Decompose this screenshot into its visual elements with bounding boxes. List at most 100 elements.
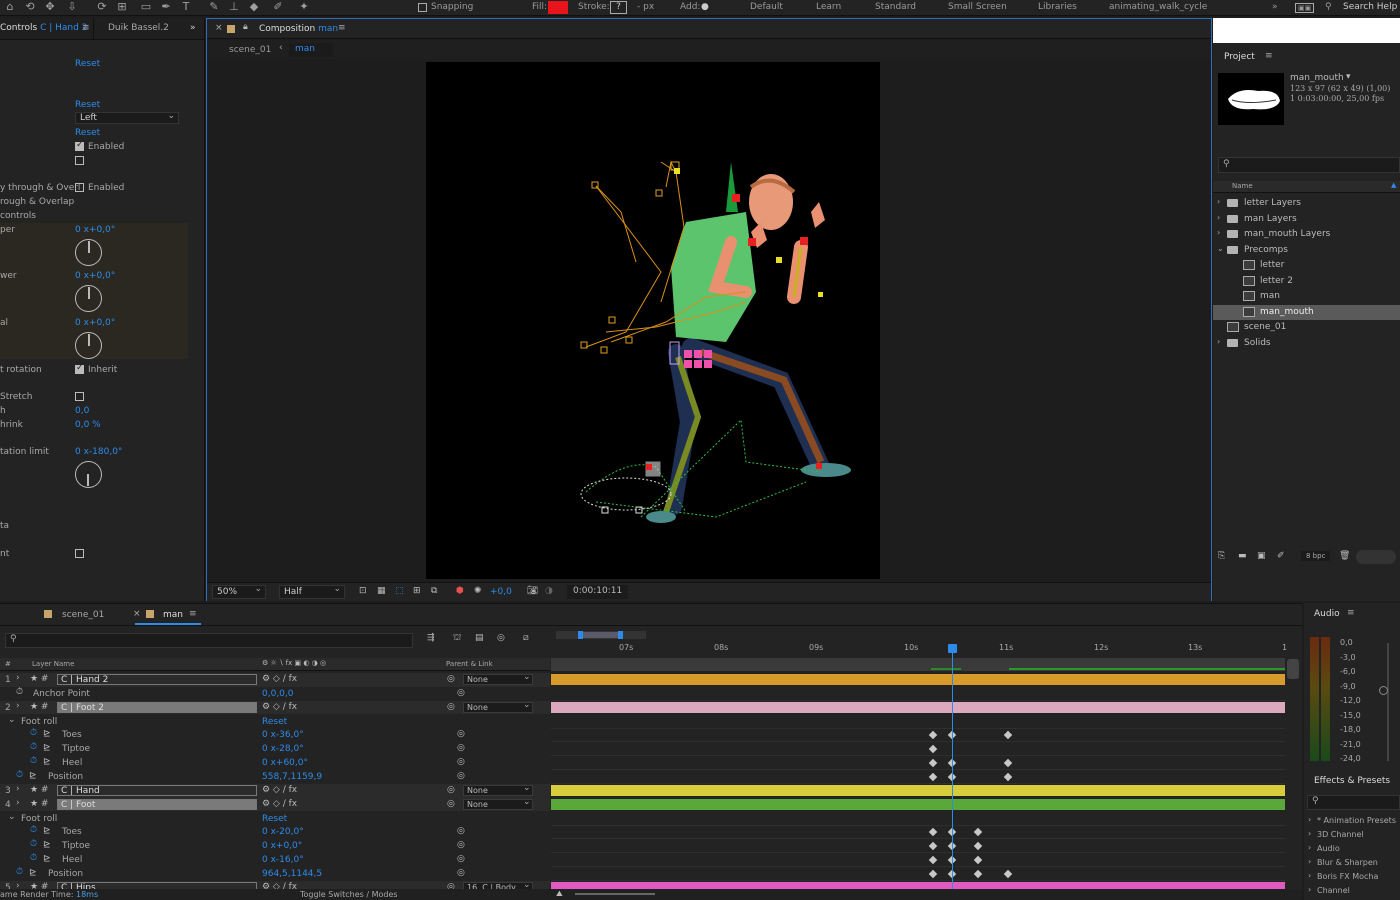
stretch-checkbox[interactable] xyxy=(75,392,84,401)
layer-row[interactable]: 1 › ★ # C | Hand 2 ⚙ ◇ ∕ fx ◎ None ⌄ xyxy=(0,672,550,687)
effects-item[interactable]: › Boris FX Mocha xyxy=(1308,871,1400,884)
angle-3-dial[interactable] xyxy=(75,332,102,359)
chevron-right-icon[interactable]: ⌄ xyxy=(1217,244,1224,253)
audio-slider-handle[interactable] xyxy=(1379,686,1388,695)
chevron-right-icon[interactable]: › xyxy=(1217,213,1220,222)
project-item-letter-layers[interactable]: › letter Layers xyxy=(1213,196,1400,211)
keyframe[interactable] xyxy=(973,869,983,879)
layer-switches[interactable]: ⚙ ◇ ∕ fx xyxy=(262,674,297,684)
workspace-layout-icon[interactable]: ▣▣ xyxy=(1295,3,1315,13)
mask-visibility-icon[interactable]: ⬚ xyxy=(395,586,404,596)
col-layer-name[interactable]: Layer Name xyxy=(32,660,74,668)
property-row[interactable]: ⏱ ⊵ Position 558,7,1159,9 ◎ xyxy=(0,770,550,784)
property-row[interactable]: ⏱ Anchor Point 0,0,0,0 ◎ xyxy=(0,687,550,701)
project-item-man[interactable]: man xyxy=(1213,289,1400,304)
pickwhip-icon[interactable]: ◎ xyxy=(447,799,455,809)
bit-depth-button[interactable]: 8 bpc xyxy=(1301,551,1331,561)
pickwhip-icon[interactable]: ◎ xyxy=(457,729,465,739)
property-value[interactable]: 964,5,1144,5 xyxy=(262,869,322,879)
composition-mini-flowchart-icon[interactable]: ⇶ xyxy=(427,633,435,643)
stopwatch-icon[interactable]: ⏱ xyxy=(16,687,23,697)
tab-effect-controls[interactable]: Controls C | Hand 2 xyxy=(0,23,87,33)
reset-link-1[interactable]: Reset xyxy=(75,59,100,69)
rotation-limit-dial[interactable] xyxy=(75,461,102,488)
composition-canvas[interactable] xyxy=(426,62,880,579)
property-value[interactable]: 0 x+60,0° xyxy=(262,758,308,768)
zoom-slider[interactable] xyxy=(575,893,655,895)
search-help[interactable]: Search Help xyxy=(1343,2,1397,12)
keyframe[interactable] xyxy=(1003,758,1013,768)
rotation-limit-value[interactable]: 0 x-180,0° xyxy=(75,447,122,457)
workspace-libraries[interactable]: Libraries xyxy=(1038,2,1077,12)
pickwhip-icon[interactable]: ◎ xyxy=(457,826,465,836)
keyframe[interactable] xyxy=(928,841,938,851)
zoom-out-icon[interactable]: ⛰ xyxy=(556,889,563,899)
chevron-down-icon[interactable]: ⌄ xyxy=(523,797,531,807)
pickwhip-icon[interactable]: ◎ xyxy=(447,785,455,795)
stopwatch-icon[interactable]: ⏱ xyxy=(30,742,37,752)
home-icon[interactable]: ⌂ xyxy=(4,1,16,13)
search-icon[interactable]: ⚲ xyxy=(1325,2,1332,12)
stopwatch-icon[interactable]: ⏱ xyxy=(30,728,37,738)
stopwatch-icon[interactable]: ⏱ xyxy=(30,825,37,835)
keyframe[interactable] xyxy=(928,772,938,782)
property-row[interactable]: ⏱ ⊵ Toes 0 x-20,0° ◎ xyxy=(0,825,550,839)
project-item-solids[interactable]: › Solids xyxy=(1213,336,1400,351)
through-overlap-group-label[interactable]: rough & Overlap xyxy=(0,197,74,207)
project-item-precomps[interactable]: ⌄ Precomps xyxy=(1213,243,1400,258)
arrow-down-icon[interactable]: ⇩ xyxy=(66,1,78,13)
layer-switches[interactable]: ⚙ ◇ ∕ fx xyxy=(262,785,297,795)
pickwhip-icon[interactable]: ◎ xyxy=(457,757,465,767)
inherit-checkbox[interactable] xyxy=(75,363,84,374)
effects-item[interactable]: › Audio xyxy=(1308,843,1400,856)
navigator-start[interactable] xyxy=(578,631,583,639)
adjust-project-icon[interactable]: ✐ xyxy=(1277,551,1285,561)
keyframe[interactable] xyxy=(1003,772,1013,782)
reset-link-2[interactable]: Reset xyxy=(75,100,100,110)
current-time-indicator[interactable] xyxy=(948,644,957,653)
snapping-checkbox[interactable] xyxy=(418,3,427,12)
layer-duration-bar[interactable] xyxy=(551,701,1285,713)
timeline-scrollbar[interactable] xyxy=(1287,659,1299,679)
keyframe[interactable] xyxy=(928,745,938,754)
lower-angle-value[interactable]: 0 x+0,0° xyxy=(75,271,115,281)
region-of-interest-icon[interactable]: ⊡ xyxy=(359,586,367,596)
keyframe[interactable] xyxy=(1003,731,1013,740)
angle-3-value[interactable]: 0 x+0,0° xyxy=(75,318,115,328)
property-row[interactable]: ⌄ Foot roll Reset xyxy=(0,812,550,826)
property-value[interactable]: Reset xyxy=(262,814,287,824)
resolution-dropdown[interactable]: Half xyxy=(279,584,345,599)
graph-icon[interactable]: ⊵ xyxy=(43,729,51,739)
toggle-switches-modes[interactable]: Toggle Switches / Modes xyxy=(300,890,398,899)
stopwatch-icon[interactable]: ⏱ xyxy=(30,853,37,863)
layer-row[interactable]: 2 › ★ # C | Foot 2 ⚙ ◇ ∕ fx ◎ None ⌄ xyxy=(0,700,550,715)
graph-icon[interactable]: ⊵ xyxy=(43,854,51,864)
stopwatch-icon[interactable]: ⏱ xyxy=(30,839,37,849)
rotate-icon[interactable]: ⟲ xyxy=(24,1,36,13)
pickwhip-icon[interactable]: ◎ xyxy=(457,771,465,781)
exposure-reset-icon[interactable]: ✺ xyxy=(474,586,482,596)
effects-item[interactable]: › Channel xyxy=(1308,885,1400,898)
workspace-small-screen[interactable]: Small Screen xyxy=(948,2,1007,12)
layer-duration-bar[interactable] xyxy=(551,798,1285,810)
puppet-pin-icon[interactable]: ✦ xyxy=(298,1,310,13)
breadcrumb-current[interactable]: man xyxy=(289,43,333,57)
stroke-swatch[interactable]: ? xyxy=(610,1,627,14)
audio-menu-icon[interactable]: ≡ xyxy=(1347,608,1355,618)
property-value[interactable]: 0 x-16,0° xyxy=(262,855,304,865)
property-value[interactable]: 0,0,0,0 xyxy=(262,689,294,699)
expand-chevron-icon[interactable]: › xyxy=(16,798,20,808)
layer-duration-bar[interactable] xyxy=(551,784,1285,796)
layer-switches[interactable]: ⚙ ◇ ∕ fx xyxy=(262,702,297,712)
graph-icon[interactable]: ⊵ xyxy=(43,840,51,850)
graph-icon[interactable]: ⊵ xyxy=(29,868,37,878)
new-composition-icon[interactable]: ▣ xyxy=(1257,551,1266,561)
magnification-dropdown[interactable]: 50% xyxy=(212,584,266,599)
expand-chevron-icon[interactable]: › xyxy=(16,673,20,683)
project-item-man-layers[interactable]: › man Layers xyxy=(1213,212,1400,227)
property-row[interactable]: ⏱ ⊵ Tiptoe 0 x-28,0° ◎ xyxy=(0,742,550,756)
shrink-value[interactable]: 0,0 % xyxy=(75,420,101,430)
chevron-down-icon[interactable]: ⌄ xyxy=(523,783,531,793)
asset-dropdown-icon[interactable]: ▾ xyxy=(1346,72,1351,82)
more-panels-icon[interactable]: » xyxy=(190,23,196,33)
